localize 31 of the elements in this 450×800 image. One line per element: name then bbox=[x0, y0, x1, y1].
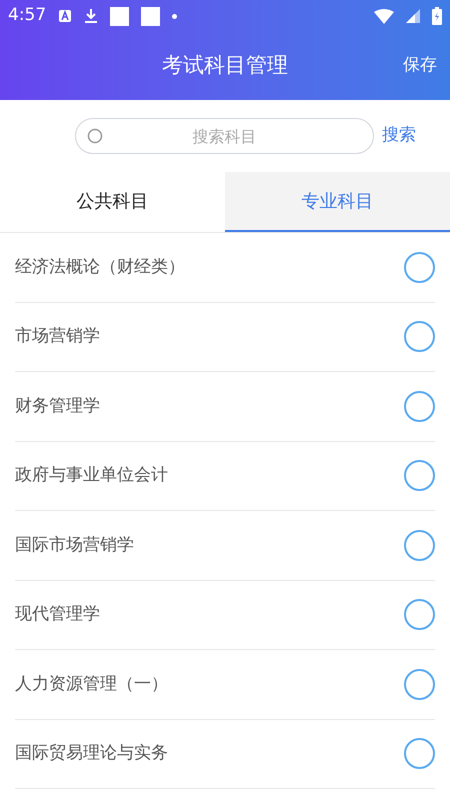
battery-icon bbox=[432, 7, 442, 25]
signal-icon bbox=[406, 9, 420, 23]
radio-button[interactable] bbox=[404, 668, 435, 700]
subject-name: 现代管理学 bbox=[15, 603, 101, 626]
radio-button[interactable] bbox=[404, 460, 435, 492]
radio-button[interactable] bbox=[404, 530, 435, 561]
subject-name: 市场营销学 bbox=[15, 325, 101, 348]
subject-name: 人力资源管理（一） bbox=[15, 672, 169, 696]
subject-name: 国际贸易理论与实务 bbox=[15, 742, 169, 765]
tab[interactable]: 专业科目 bbox=[225, 172, 450, 232]
status-time: 4:57 bbox=[8, 4, 46, 28]
page-title: 考试科目管理 bbox=[162, 52, 288, 80]
subject-name: 经济法概论（财经类） bbox=[15, 256, 186, 278]
radio-button[interactable] bbox=[404, 599, 435, 630]
radio-button[interactable] bbox=[404, 738, 435, 770]
dot-icon bbox=[172, 14, 178, 18]
search-button[interactable]: 搜索 bbox=[382, 123, 416, 149]
subject-name: 政府与事业单位会计 bbox=[15, 464, 169, 487]
wifi-icon bbox=[374, 8, 394, 24]
square-icon bbox=[141, 6, 160, 26]
download-icon bbox=[84, 8, 98, 24]
notification-icon bbox=[58, 9, 72, 23]
radio-button[interactable] bbox=[404, 390, 435, 422]
search-icon bbox=[87, 128, 103, 144]
search-field[interactable]: 搜索科目 bbox=[75, 118, 374, 154]
subject-name: 国际市场营销学 bbox=[15, 534, 135, 556]
radio-button[interactable] bbox=[404, 321, 435, 352]
radio-button[interactable] bbox=[404, 252, 435, 283]
square-icon bbox=[110, 6, 130, 26]
save-button[interactable]: 保存 bbox=[403, 53, 437, 79]
subject-name: 财务管理学 bbox=[15, 394, 101, 418]
